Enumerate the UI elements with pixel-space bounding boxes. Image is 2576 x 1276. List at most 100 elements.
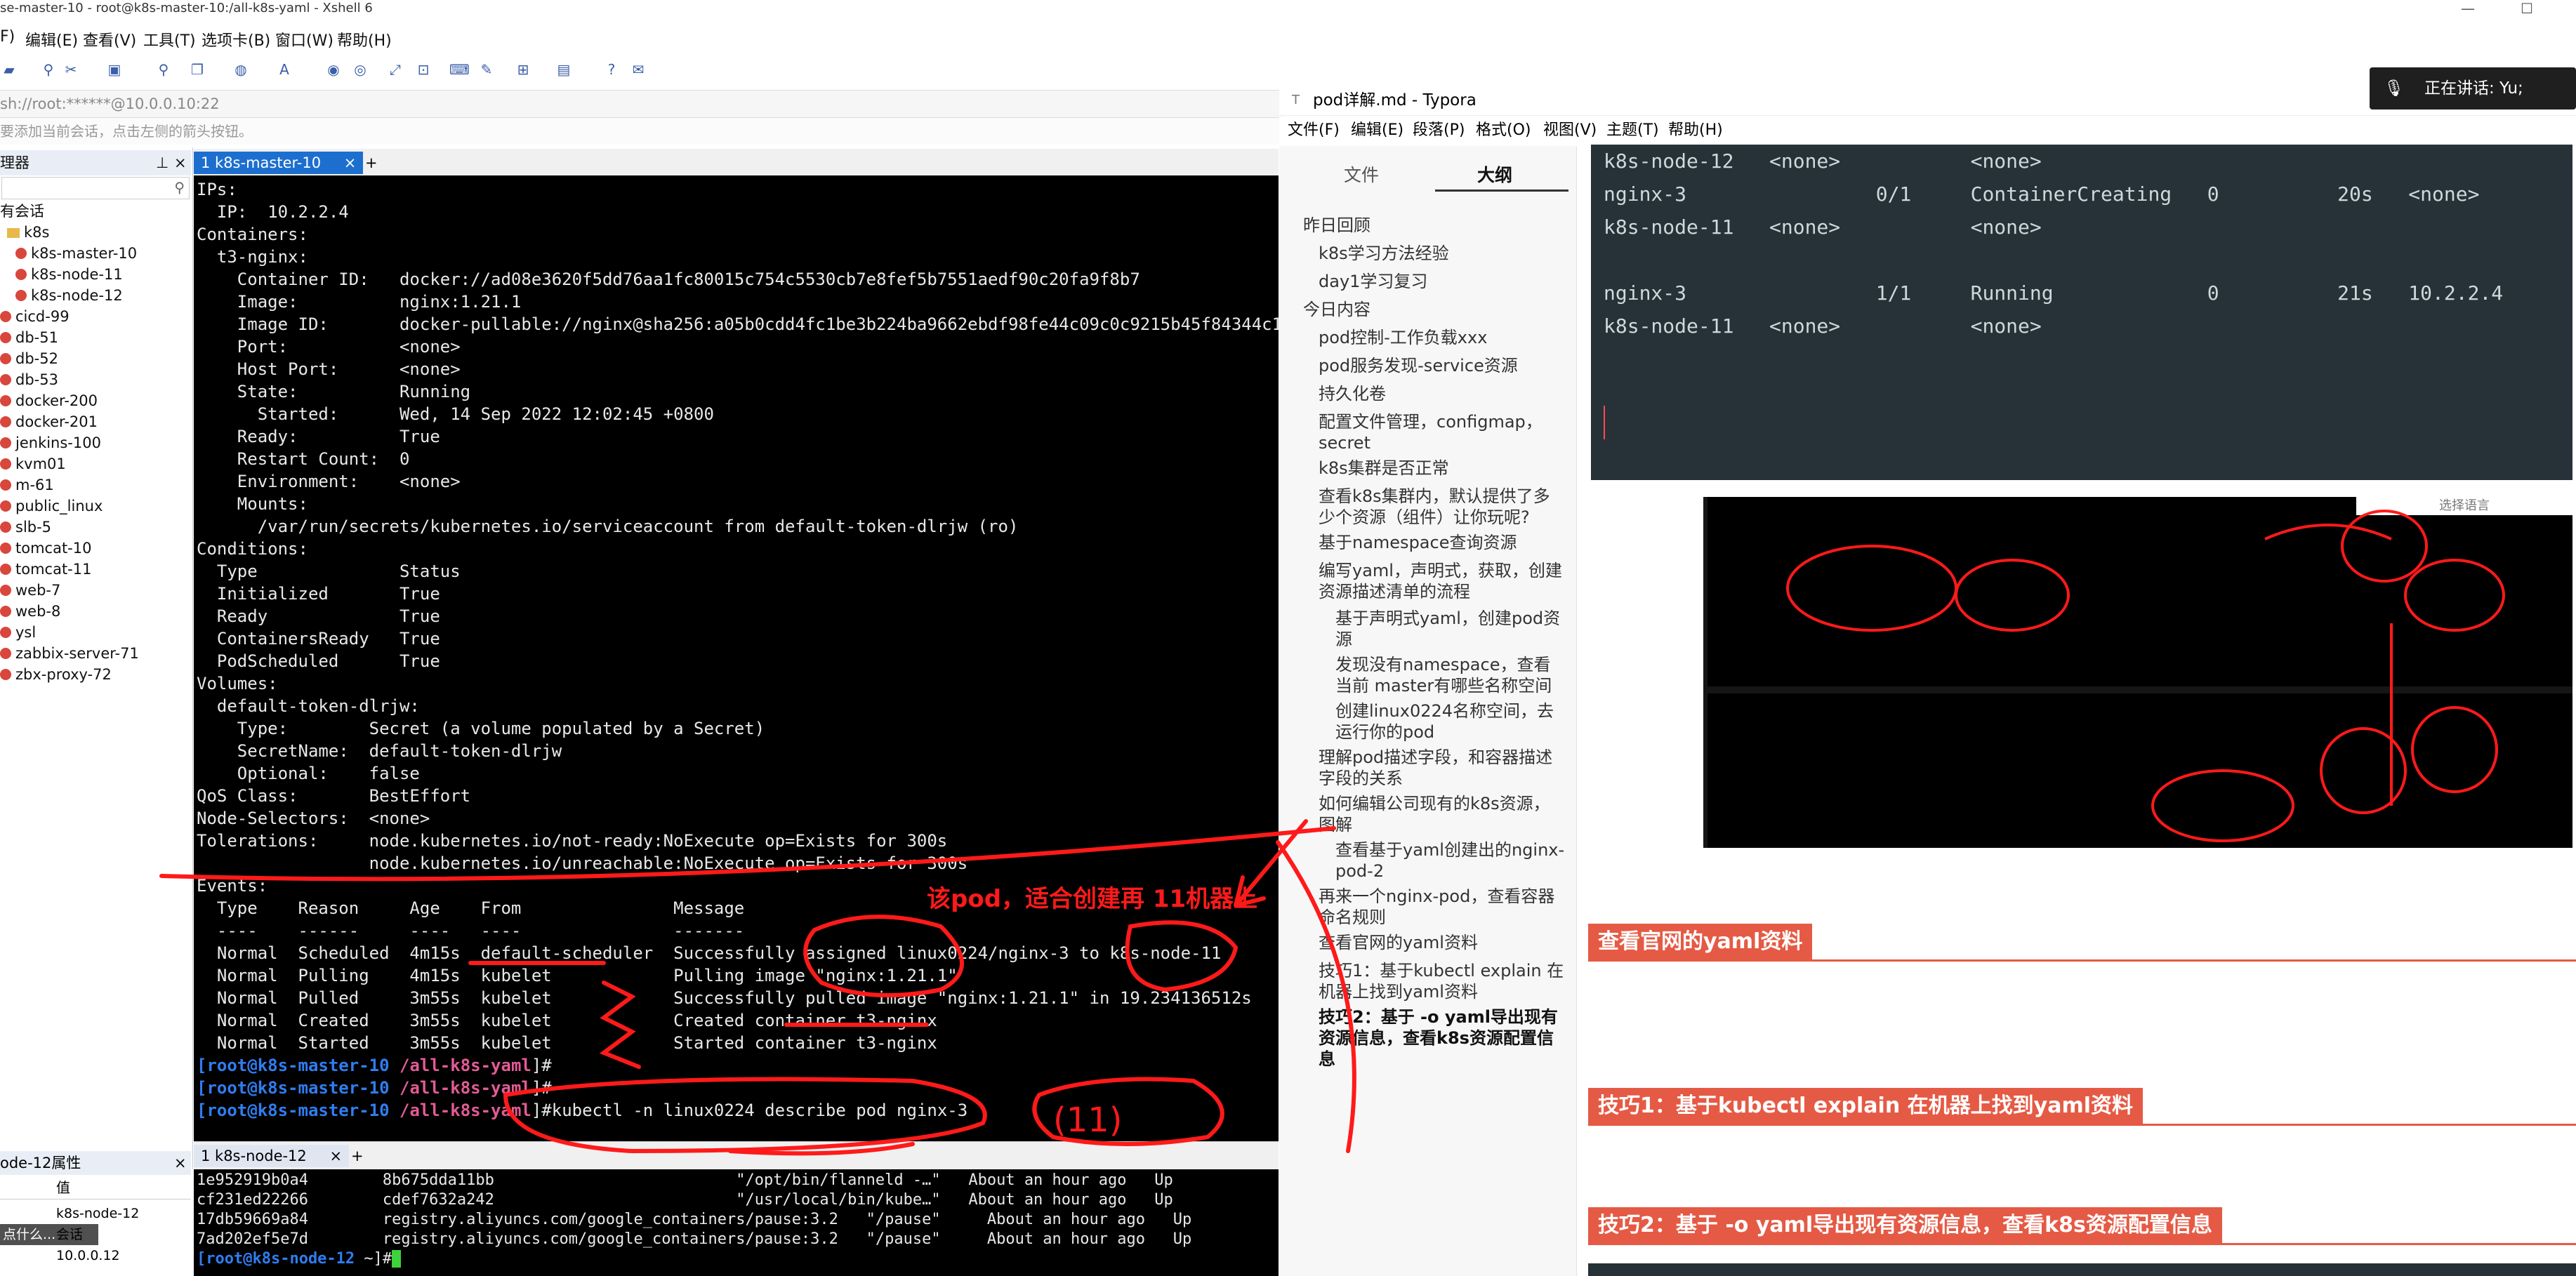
- code-block[interactable]: k8s-node-12 <none> <none> nginx-3 0/1 Co…: [1591, 145, 2572, 480]
- outline-item[interactable]: 发现没有namespace，查看当前 master有哪些名称空间: [1335, 654, 1566, 696]
- outline-item[interactable]: 基于声明式yaml，创建pod资源: [1335, 608, 1566, 650]
- session-item[interactable]: zbx-proxy-72: [0, 664, 112, 685]
- outline-item[interactable]: k8s集群是否正常: [1319, 458, 1564, 479]
- font-icon[interactable]: A: [275, 60, 293, 79]
- session-item[interactable]: cicd-99: [0, 306, 70, 327]
- session-item[interactable]: docker-201: [0, 411, 98, 432]
- tab-files[interactable]: 文件: [1344, 161, 1379, 187]
- typora-menu-help[interactable]: 帮助(H): [1668, 117, 1723, 145]
- heading-tip1[interactable]: 技巧1：基于kubectl explain 在机器上找到yaml资料: [1588, 1088, 2143, 1124]
- typora-menu-edit[interactable]: 编辑(E): [1351, 117, 1403, 145]
- session-item[interactable]: ysl: [0, 622, 36, 643]
- session-item[interactable]: m-61: [0, 474, 54, 496]
- new-tab-icon[interactable]: ⊞: [514, 60, 532, 79]
- session-item[interactable]: public_linux: [0, 496, 103, 517]
- globe-icon[interactable]: ◍: [232, 60, 250, 79]
- keyboard-icon[interactable]: ⌨: [449, 60, 470, 79]
- outline-item[interactable]: 今日内容: [1303, 299, 1563, 320]
- session-item[interactable]: tomcat-10: [0, 538, 92, 559]
- menu-edit[interactable]: 编辑(E): [25, 28, 78, 51]
- typora-menu-theme[interactable]: 主题(T): [1606, 117, 1659, 145]
- session-item[interactable]: slb-5: [0, 517, 51, 538]
- tab-k8s-node-12[interactable]: 1 k8s-node-12 ×: [194, 1145, 350, 1167]
- typora-menu-format[interactable]: 格式(O): [1476, 117, 1531, 145]
- typora-menu-file[interactable]: 文件(F): [1288, 117, 1340, 145]
- outline-item[interactable]: 理解pod描述字段，和容器描述字段的关系: [1319, 747, 1564, 789]
- xftp-icon[interactable]: ◉: [324, 60, 343, 79]
- outline-item-active[interactable]: 技巧2：基于 -o yaml导出现有资源信息，查看k8s资源配置信息: [1319, 1006, 1564, 1070]
- session-item[interactable]: zabbix-server-71: [0, 643, 139, 664]
- session-icon: [0, 521, 11, 533]
- outline-item[interactable]: 持久化卷: [1319, 383, 1564, 404]
- terminal-k8s-master-10[interactable]: IPs: IP: 10.2.2.4 Containers: t3-nginx: …: [194, 175, 1279, 1141]
- session-folder-k8s[interactable]: k8s: [7, 222, 49, 243]
- outline-item[interactable]: 查看k8s集群内，默认提供了多少个资源（组件）让你玩呢?: [1319, 486, 1564, 528]
- outline-item[interactable]: k8s学习方法经验: [1319, 243, 1564, 264]
- address-bar[interactable]: sh://root:******@10.0.0.10:22: [0, 90, 1285, 118]
- disconnect-icon[interactable]: ✂: [62, 60, 80, 79]
- session-root[interactable]: 有会话: [0, 201, 44, 222]
- session-search-input[interactable]: ⚲: [1, 177, 190, 199]
- outline-item[interactable]: day1学习复习: [1319, 271, 1564, 292]
- outline-item[interactable]: 基于namespace查询资源: [1319, 532, 1564, 553]
- layout-icon[interactable]: ▤: [555, 60, 573, 79]
- search-icon[interactable]: ⚲: [154, 60, 173, 79]
- session-item[interactable]: docker-200: [0, 390, 98, 411]
- link-icon[interactable]: ⚲: [39, 60, 58, 79]
- outline-item[interactable]: 编写yaml，声明式，获取，创建资源描述清单的流程: [1319, 560, 1564, 602]
- outline-item[interactable]: 创建linux0224名称空间，去运行你的pod: [1335, 700, 1566, 743]
- close-icon[interactable]: ×: [174, 1151, 187, 1175]
- tab-outline[interactable]: 大纲: [1477, 161, 1512, 187]
- outline-item[interactable]: pod控制-工作负载xxx: [1319, 327, 1564, 348]
- property-row: 10.0.0.12: [56, 1248, 120, 1263]
- heading-tip2[interactable]: 技巧2：基于 -o yaml导出现有资源信息，查看k8s资源配置信息: [1588, 1207, 2222, 1244]
- outline-item[interactable]: 配置文件管理，configmap，secret: [1319, 411, 1564, 453]
- outline-item[interactable]: 如何编辑公司现有的k8s资源，图解: [1319, 793, 1564, 835]
- menu-tools[interactable]: 工具(T): [143, 28, 196, 51]
- lock-icon[interactable]: ⊡: [414, 60, 432, 79]
- outline-item[interactable]: 查看官网的yaml资料: [1319, 932, 1564, 953]
- compose-icon[interactable]: ✎: [477, 60, 496, 79]
- outline-item[interactable]: 查看基于yaml创建出的nginx-pod-2: [1335, 839, 1566, 882]
- close-tab-icon[interactable]: ×: [344, 154, 357, 171]
- session-item[interactable]: k8s-node-11: [15, 264, 123, 285]
- session-item[interactable]: web-7: [0, 580, 60, 601]
- session-item[interactable]: k8s-master-10: [15, 243, 137, 264]
- pin-icon[interactable]: ⊥: [156, 150, 169, 175]
- session-item[interactable]: kvm01: [0, 453, 66, 474]
- menu-tabs[interactable]: 选项卡(B): [202, 28, 270, 51]
- new-tab-button[interactable]: +: [344, 1145, 371, 1167]
- copy-icon[interactable]: ❐: [188, 60, 206, 79]
- script-icon[interactable]: ◎: [351, 60, 369, 79]
- properties-icon[interactable]: ▣: [105, 60, 124, 79]
- fullscreen-icon[interactable]: ⤢: [386, 60, 404, 79]
- open-folder-icon[interactable]: ▰: [0, 60, 18, 79]
- session-item[interactable]: k8s-node-12: [15, 285, 123, 306]
- heading-official-yaml[interactable]: 查看官网的yaml资料: [1588, 924, 1813, 960]
- outline-item[interactable]: 昨日回顾: [1303, 215, 1563, 236]
- outline-item[interactable]: 再来一个nginx-pod，查看容器命名规则: [1319, 886, 1564, 928]
- chat-icon[interactable]: ✉: [629, 60, 647, 79]
- session-item[interactable]: jenkins-100: [0, 432, 101, 453]
- session-item[interactable]: tomcat-11: [0, 559, 92, 580]
- menu-window[interactable]: 窗口(W): [275, 28, 333, 51]
- session-item[interactable]: db-51: [0, 327, 58, 348]
- minimize-icon[interactable]: —: [2461, 0, 2475, 17]
- session-item[interactable]: db-53: [0, 369, 58, 390]
- typora-menu-paragraph[interactable]: 段落(P): [1413, 117, 1465, 145]
- close-icon[interactable]: ×: [174, 150, 187, 175]
- menu-file[interactable]: F): [0, 28, 15, 46]
- close-tab-icon[interactable]: ×: [329, 1148, 342, 1164]
- session-item[interactable]: web-8: [0, 601, 60, 622]
- terminal-k8s-node-12[interactable]: 1e952919b0a4 8b675dda11bb "/opt/bin/flan…: [194, 1169, 1279, 1276]
- maximize-icon[interactable]: ☐: [2521, 0, 2533, 17]
- outline-item[interactable]: 技巧1：基于kubectl explain 在机器上找到yaml资料: [1319, 960, 1564, 1002]
- help-icon[interactable]: ?: [602, 60, 621, 79]
- menu-view[interactable]: 查看(V): [83, 28, 136, 51]
- outline-item[interactable]: pod服务发现-service资源: [1319, 355, 1564, 376]
- typora-menu-view[interactable]: 视图(V): [1543, 117, 1597, 145]
- menu-help[interactable]: 帮助(H): [337, 28, 392, 51]
- tab-k8s-master-10[interactable]: 1 k8s-master-10 ×: [194, 152, 364, 174]
- new-tab-button[interactable]: +: [358, 152, 385, 174]
- session-item[interactable]: db-52: [0, 348, 58, 369]
